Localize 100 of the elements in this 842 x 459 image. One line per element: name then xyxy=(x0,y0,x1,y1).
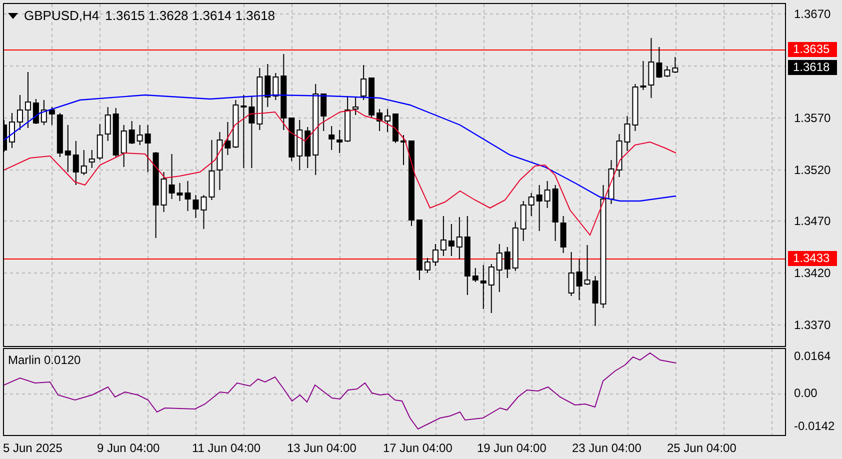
candlestick xyxy=(128,120,135,144)
candlestick xyxy=(160,172,167,212)
time-tick-label: 25 Jun 04:00 xyxy=(667,440,736,457)
time-tick-label: 9 Jun 04:00 xyxy=(97,440,160,457)
time-tick-label: 23 Jun 04:00 xyxy=(572,440,642,457)
candlestick xyxy=(168,154,175,200)
candlestick xyxy=(136,124,143,146)
quote-text: 1.3615 1.3628 1.3614 1.3618 xyxy=(105,7,276,25)
candlestick xyxy=(544,180,550,208)
candlestick xyxy=(88,150,95,168)
time-tick-label: 13 Jun 04:00 xyxy=(287,440,356,457)
candlestick xyxy=(216,132,223,190)
candlestick xyxy=(608,160,614,204)
candlestick xyxy=(72,140,79,186)
candlestick xyxy=(376,108,383,132)
candlestick xyxy=(416,220,422,280)
candlestick xyxy=(208,140,215,200)
candlestick xyxy=(528,192,534,216)
candlestick xyxy=(672,56,678,74)
candlestick xyxy=(512,222,518,272)
price-tick-label: 1.3370 xyxy=(794,318,831,332)
candlestick xyxy=(592,276,598,326)
price-tick-label: 1.3520 xyxy=(794,163,831,177)
price-level-label: 1.3635 xyxy=(788,42,837,57)
candlestick xyxy=(456,216,462,260)
candlestick xyxy=(144,124,151,172)
candlestick xyxy=(48,106,55,126)
candlestick xyxy=(472,268,478,282)
candlestick xyxy=(80,150,87,176)
candlestick xyxy=(248,96,255,168)
last-price-label: 1.3618 xyxy=(788,60,837,75)
candlestick xyxy=(648,38,654,98)
indicator-label: Marlin 0.0120 xyxy=(8,352,81,369)
candlestick xyxy=(336,130,343,154)
candlestick xyxy=(328,126,335,150)
candlestick xyxy=(344,96,351,142)
candlestick xyxy=(192,194,199,218)
candlestick xyxy=(400,134,406,166)
candlestick xyxy=(264,64,271,108)
candlestick xyxy=(9,112,15,148)
candlestick xyxy=(424,258,430,274)
candlestick xyxy=(200,194,207,230)
candlestick xyxy=(304,126,311,168)
candlestick xyxy=(568,252,574,296)
candlestick xyxy=(488,264,494,314)
indicator-tick-label: -0.0142 xyxy=(794,419,835,433)
candlestick xyxy=(392,114,398,144)
candlestick xyxy=(560,216,566,254)
candlestick xyxy=(320,94,327,132)
candlestick xyxy=(640,60,646,90)
candlestick xyxy=(360,64,367,100)
candlestick xyxy=(176,182,183,202)
candlestick xyxy=(624,116,630,152)
candlestick xyxy=(288,118,295,162)
candlestick xyxy=(272,72,279,100)
price-tick-label: 1.3670 xyxy=(794,7,831,21)
candlestick xyxy=(96,124,103,160)
price-tick-label: 1.3470 xyxy=(794,214,831,228)
candlestick xyxy=(112,108,119,158)
candlestick xyxy=(384,108,391,132)
candlestick xyxy=(120,124,127,168)
candlestick xyxy=(24,72,31,128)
candlestick xyxy=(576,258,582,300)
price-tick-label: 1.3570 xyxy=(794,111,831,125)
price-level-label: 1.3433 xyxy=(788,251,837,266)
candlestick xyxy=(616,134,622,178)
candlestick xyxy=(664,66,670,78)
candlestick xyxy=(40,100,47,126)
candlestick xyxy=(296,120,303,170)
candlestick xyxy=(368,78,375,118)
candlestick xyxy=(184,180,191,212)
candlestick xyxy=(520,200,526,242)
candlestick xyxy=(16,94,23,130)
candlestick xyxy=(232,100,239,148)
candlestick xyxy=(552,184,558,242)
candlestick xyxy=(104,106,111,142)
candlestick xyxy=(224,122,231,156)
candlestick xyxy=(496,244,502,292)
candlestick xyxy=(480,264,486,310)
candlestick xyxy=(256,68,263,130)
candlestick xyxy=(504,246,510,278)
candlestick xyxy=(632,84,638,132)
candlestick xyxy=(64,124,71,172)
candlestick xyxy=(32,98,39,124)
indicator-tick-label: 0.0164 xyxy=(794,349,831,363)
time-tick-label: 17 Jun 04:00 xyxy=(383,440,452,457)
time-tick-label: 5 Jun 2025 xyxy=(3,440,62,457)
indicator-tick-label: 0.00 xyxy=(794,386,818,400)
candlestick xyxy=(432,244,438,266)
candlestick xyxy=(56,112,63,158)
candlestick xyxy=(448,224,454,256)
time-tick-label: 19 Jun 04:00 xyxy=(477,440,546,457)
dropdown-triangle-icon[interactable] xyxy=(8,12,18,19)
symbol-label: GBPUSD,H4 xyxy=(24,7,100,25)
candlestick xyxy=(584,244,590,286)
candlestick xyxy=(536,184,542,232)
candlestick xyxy=(352,96,359,116)
candlestick xyxy=(440,216,446,256)
candlestick xyxy=(656,46,662,78)
price-tick-label: 1.3420 xyxy=(794,266,831,280)
